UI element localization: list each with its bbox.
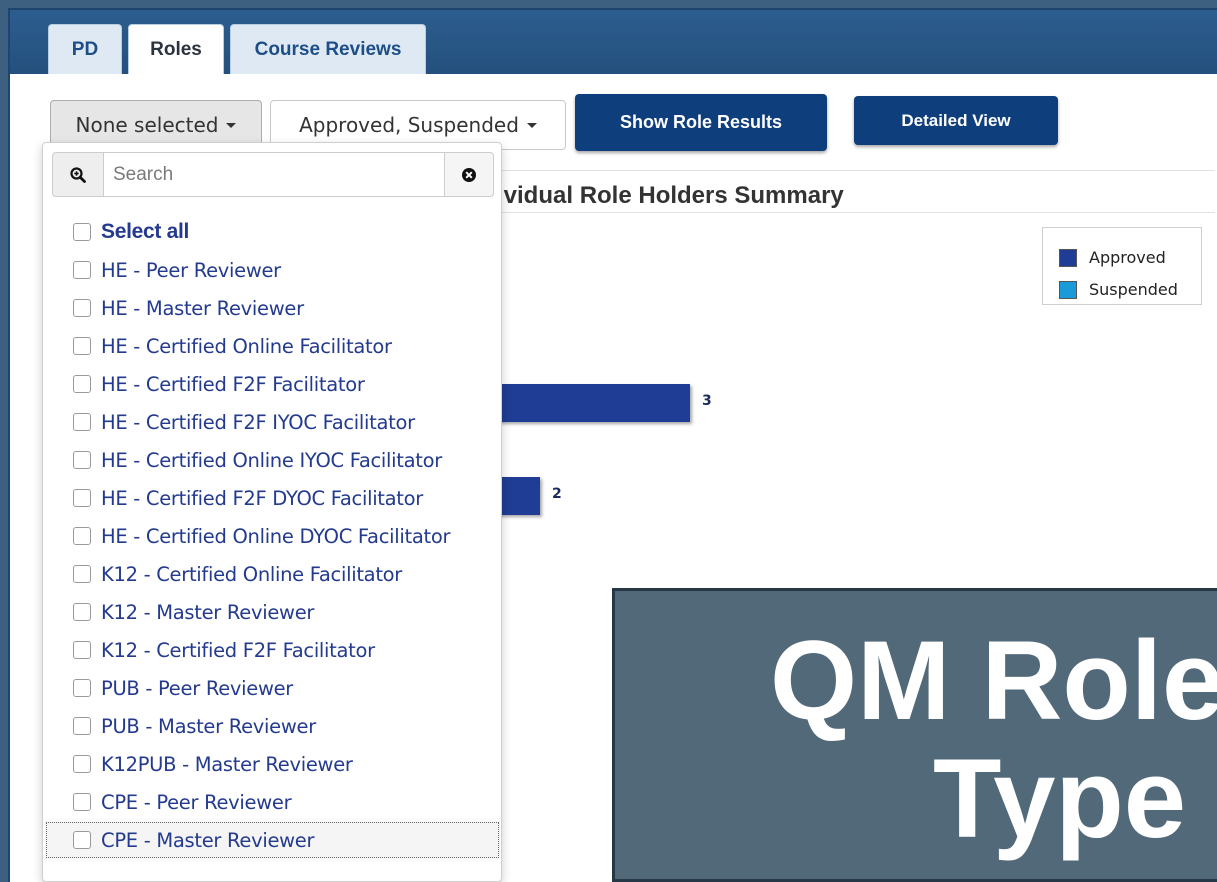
- overlay-title-line1: QM Role: [770, 618, 1217, 743]
- option-label: K12 - Master Reviewer: [101, 600, 315, 624]
- caret-down-icon: [526, 122, 537, 128]
- checkbox[interactable]: [73, 337, 91, 355]
- show-role-results-button[interactable]: Show Role Results: [575, 94, 827, 151]
- option-label: PUB - Peer Reviewer: [101, 676, 294, 700]
- tab-course-reviews[interactable]: Course Reviews: [230, 24, 426, 74]
- legend-swatch-suspended: [1059, 280, 1077, 299]
- role-option[interactable]: PUB - Peer Reviewer: [43, 669, 501, 707]
- checkbox[interactable]: [73, 679, 91, 697]
- role-option[interactable]: K12 - Certified F2F Facilitator: [43, 631, 501, 669]
- option-label: K12PUB - Master Reviewer: [101, 752, 353, 776]
- role-option[interactable]: CPE - Peer Reviewer: [43, 783, 501, 821]
- option-label: HE - Certified Online IYOC Facilitator: [101, 448, 442, 472]
- checkbox[interactable]: [73, 565, 91, 583]
- option-label: K12 - Certified F2F Facilitator: [101, 638, 375, 662]
- option-label: HE - Peer Reviewer: [101, 258, 281, 282]
- search-icon: [52, 152, 104, 197]
- select-all-option[interactable]: Select all: [43, 213, 501, 251]
- role-dropdown-menu: Select all HE - Peer Reviewer HE - Master …: [42, 142, 502, 882]
- heading-divider-bottom: [440, 212, 1215, 213]
- option-label: HE - Certified F2F DYOC Facilitator: [101, 486, 424, 510]
- checkbox[interactable]: [73, 413, 91, 431]
- detailed-view-button[interactable]: Detailed View: [854, 96, 1058, 145]
- overlay-title-line2: Type: [933, 736, 1187, 861]
- legend-item-suspended: Suspended: [1059, 280, 1178, 299]
- overlay-banner: QM Role Type: [612, 588, 1217, 882]
- chart-legend: Approved Suspended: [1042, 227, 1202, 305]
- tab-pd[interactable]: PD: [48, 24, 122, 74]
- option-label: HE - Master Reviewer: [101, 296, 304, 320]
- option-label: CPE - Master Reviewer: [101, 828, 315, 852]
- role-option[interactable]: K12 - Certified Online Facilitator: [43, 555, 501, 593]
- role-option[interactable]: HE - Certified Online Facilitator: [43, 327, 501, 365]
- role-option[interactable]: K12PUB - Master Reviewer: [43, 745, 501, 783]
- checkbox[interactable]: [73, 299, 91, 317]
- caret-down-icon: [226, 122, 237, 128]
- option-label: PUB - Master Reviewer: [101, 714, 316, 738]
- checkbox[interactable]: [73, 641, 91, 659]
- search-input[interactable]: [103, 152, 445, 197]
- option-label: HE - Certified Online DYOC Facilitator: [101, 524, 451, 548]
- checkbox[interactable]: [73, 603, 91, 621]
- chart-title: ividual Role Holders Summary: [497, 182, 844, 209]
- legend-swatch-approved: [1059, 248, 1077, 267]
- bar-value-label: 2: [552, 486, 562, 502]
- option-label: HE - Certified Online Facilitator: [101, 334, 392, 358]
- checkbox[interactable]: [73, 755, 91, 773]
- legend-label-approved: Approved: [1089, 248, 1166, 267]
- status-multiselect-label: Approved, Suspended: [299, 113, 519, 137]
- option-label: K12 - Certified Online Facilitator: [101, 562, 403, 586]
- search-group: [52, 152, 494, 197]
- legend-label-suspended: Suspended: [1089, 280, 1178, 299]
- option-label: HE - Certified F2F Facilitator: [101, 372, 365, 396]
- checkbox[interactable]: [73, 261, 91, 279]
- checkbox[interactable]: [73, 375, 91, 393]
- tab-bar: PD Roles Course Reviews: [10, 10, 1217, 74]
- checkbox[interactable]: [73, 831, 91, 849]
- role-option[interactable]: CPE - Master Reviewer: [45, 821, 500, 859]
- bar-value-label: 3: [702, 393, 712, 409]
- role-option[interactable]: HE - Certified F2F DYOC Facilitator: [43, 479, 501, 517]
- option-label: Select all: [101, 220, 190, 243]
- role-option[interactable]: HE - Peer Reviewer: [43, 251, 501, 289]
- option-label: CPE - Peer Reviewer: [101, 790, 292, 814]
- heading-divider-top: [440, 170, 1215, 171]
- role-option[interactable]: PUB - Master Reviewer: [43, 707, 501, 745]
- role-option[interactable]: HE - Certified Online DYOC Facilitator: [43, 517, 501, 555]
- checkbox[interactable]: [73, 717, 91, 735]
- checkbox[interactable]: [73, 223, 91, 241]
- tab-roles[interactable]: Roles: [128, 24, 224, 74]
- checkbox[interactable]: [73, 489, 91, 507]
- checkbox[interactable]: [73, 527, 91, 545]
- checkbox[interactable]: [73, 451, 91, 469]
- role-option[interactable]: HE - Master Reviewer: [43, 289, 501, 327]
- role-option[interactable]: HE - Certified Online IYOC Facilitator: [43, 441, 501, 479]
- legend-item-approved: Approved: [1059, 248, 1166, 267]
- role-option[interactable]: K12 - Master Reviewer: [43, 593, 501, 631]
- clear-search-icon[interactable]: [444, 152, 494, 197]
- role-option[interactable]: HE - Certified F2F Facilitator: [43, 365, 501, 403]
- option-label: HE - Certified F2F IYOC Facilitator: [101, 410, 415, 434]
- role-multiselect-label: None selected: [75, 113, 219, 137]
- role-option[interactable]: HE - Certified F2F IYOC Facilitator: [43, 403, 501, 441]
- checkbox[interactable]: [73, 793, 91, 811]
